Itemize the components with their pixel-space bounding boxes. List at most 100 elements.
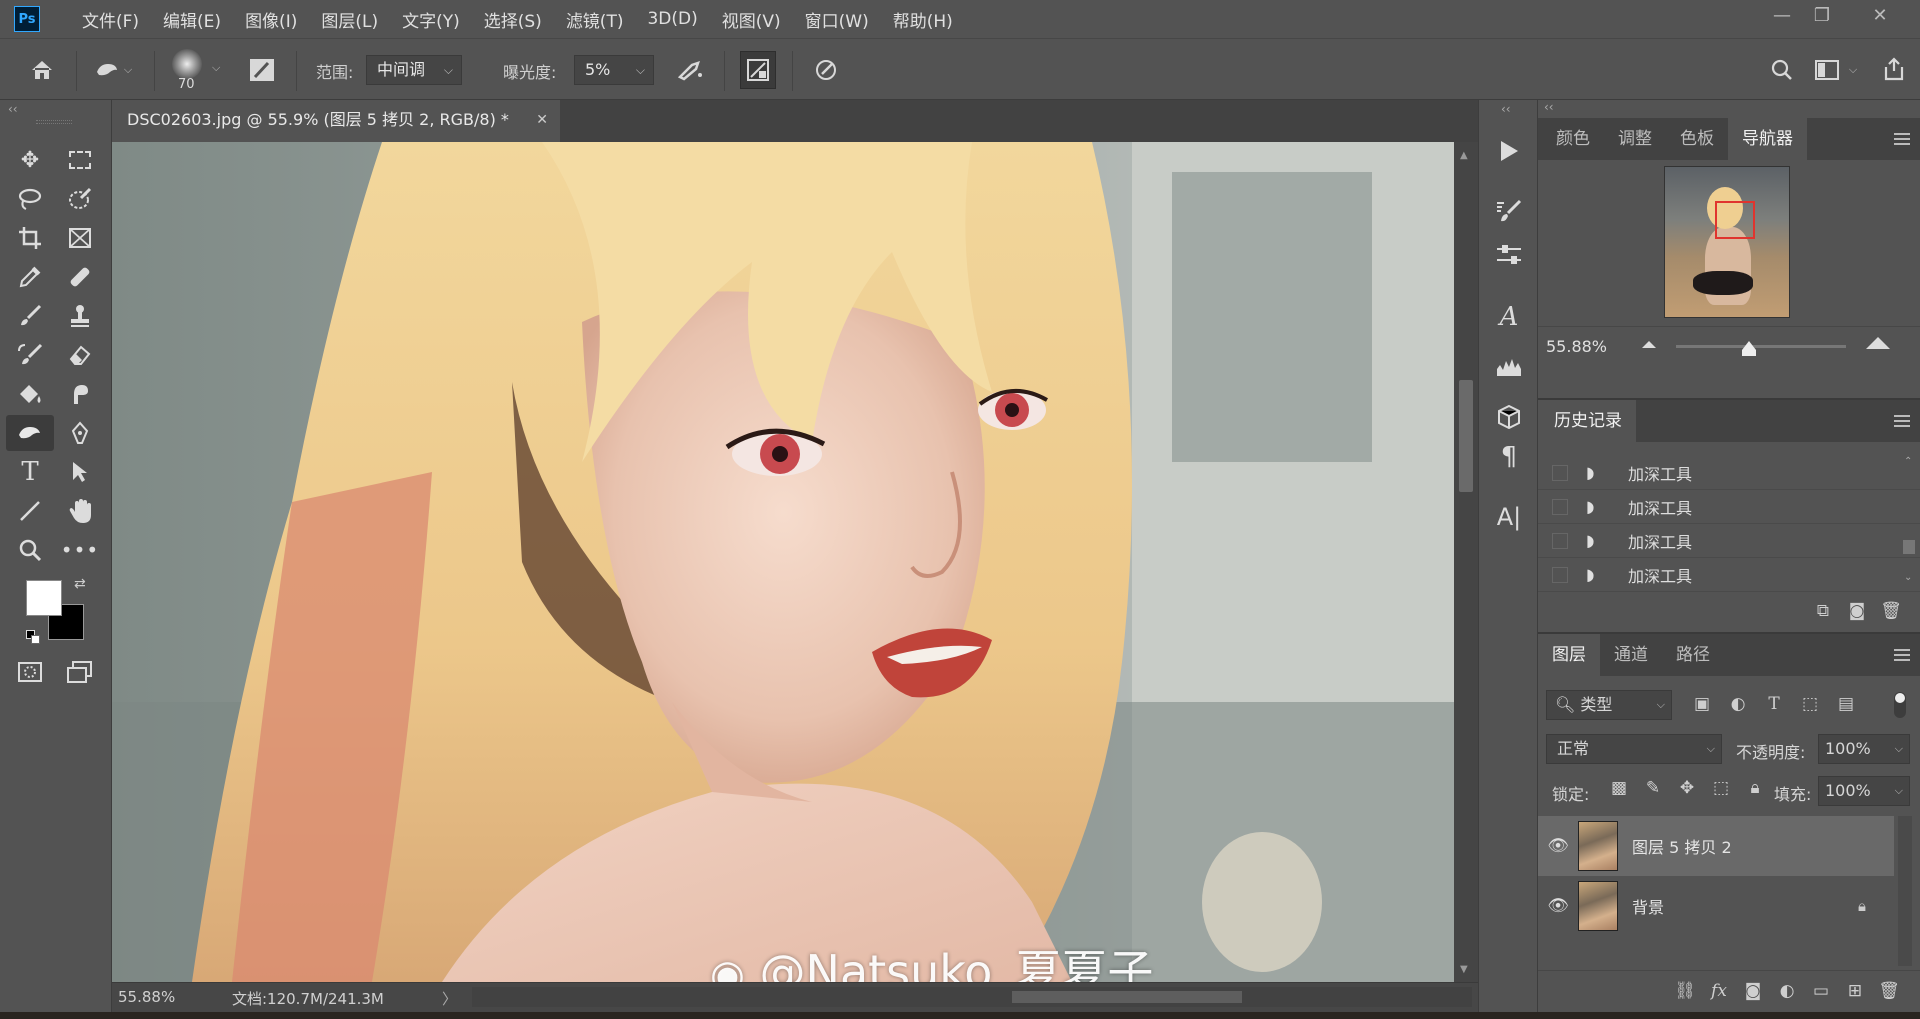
tab-swatches[interactable]: 色板 — [1666, 118, 1728, 160]
lock-position-icon[interactable]: ✥ — [1672, 778, 1702, 798]
history-item[interactable]: ◗ 加深工具 — [1538, 490, 1920, 524]
marquee-tool-icon[interactable] — [60, 142, 100, 178]
layers-menu-icon[interactable] — [1894, 649, 1910, 661]
menu-layer[interactable]: 图层(L) — [321, 7, 378, 32]
layers-scrollbar[interactable] — [1898, 816, 1912, 966]
horizontal-scrollbar[interactable] — [472, 987, 1472, 1007]
quick-selection-tool-icon[interactable] — [60, 181, 100, 217]
quick-mask-icon[interactable] — [10, 654, 50, 690]
menu-type[interactable]: 文字(Y) — [402, 7, 460, 32]
tab-adjustments[interactable]: 调整 — [1604, 118, 1666, 160]
new-snapshot-icon[interactable]: ◙ — [1840, 601, 1874, 621]
path-selection-tool-icon[interactable] — [60, 454, 100, 490]
menu-image[interactable]: 图像(I) — [245, 7, 297, 32]
fill-input[interactable]: 100% ⌵ — [1818, 776, 1910, 806]
scroll-up-icon[interactable]: ▲ — [1460, 150, 1468, 161]
zoom-tool-icon[interactable] — [10, 532, 50, 568]
add-mask-icon[interactable]: ◙ — [1736, 981, 1770, 1001]
history-scrollbar[interactable]: ⌃ ⌄ — [1902, 456, 1916, 590]
lock-artboard-icon[interactable]: ⬚ — [1706, 778, 1736, 798]
lock-pixels-icon[interactable]: ✎ — [1638, 778, 1668, 798]
tab-navigator[interactable]: 导航器 — [1728, 118, 1807, 160]
adjustment-layer-icon[interactable]: ◐ — [1770, 981, 1804, 1001]
history-brush-tool-icon[interactable] — [10, 337, 50, 373]
filter-adjustment-icon[interactable]: ◐ — [1724, 694, 1752, 714]
lock-transparency-icon[interactable]: ▩ — [1604, 778, 1634, 798]
layer-row[interactable]: 👁︎ 背景 🔒︎ — [1538, 876, 1894, 936]
frame-tool-icon[interactable] — [60, 220, 100, 256]
tab-color[interactable]: 颜色 — [1538, 118, 1604, 160]
tab-history[interactable]: 历史记录 — [1538, 400, 1636, 442]
link-layers-icon[interactable]: ⛓ — [1668, 981, 1702, 1001]
filter-pixel-icon[interactable]: ▣ — [1688, 694, 1716, 714]
filter-toggle[interactable] — [1894, 692, 1906, 718]
share-icon[interactable] — [1876, 51, 1912, 87]
menu-select[interactable]: 选择(S) — [484, 7, 542, 32]
range-select[interactable]: 中间调 ⌵ — [366, 55, 462, 85]
move-tool-icon[interactable]: ✥ — [10, 142, 50, 178]
brush-dropdown-icon[interactable]: ⌵ — [212, 61, 220, 75]
navigator-zoom-slider[interactable] — [1676, 345, 1846, 348]
visibility-eye-icon[interactable]: 👁︎ — [1538, 836, 1578, 856]
tab-channels[interactable]: 通道 — [1600, 634, 1662, 676]
clone-stamp-tool-icon[interactable] — [60, 298, 100, 334]
delete-state-icon[interactable]: 🗑 — [1874, 601, 1908, 621]
history-menu-icon[interactable] — [1894, 415, 1910, 427]
screen-mode-icon[interactable] — [60, 654, 100, 690]
workspace-icon[interactable]: ⌵ — [1808, 53, 1864, 87]
document-tab[interactable]: DSC02603.jpg @ 55.9% (图层 5 拷贝 2, RGB/8) … — [112, 100, 560, 142]
lock-all-icon[interactable]: 🔒︎ — [1740, 778, 1770, 798]
tab-layers[interactable]: 图层 — [1538, 634, 1600, 676]
navigator-thumbnail[interactable] — [1664, 166, 1790, 318]
more-tools-icon[interactable]: ••• — [60, 532, 100, 568]
3d-panel-icon[interactable] — [1487, 396, 1531, 438]
history-item[interactable]: ◗ 加深工具 — [1538, 524, 1920, 558]
collapse-panels-icon[interactable]: ‹‹ — [1544, 100, 1554, 114]
histogram-icon[interactable] — [1487, 346, 1531, 388]
actions-play-icon[interactable] — [1487, 130, 1531, 172]
zoom-in-icon[interactable] — [1866, 337, 1890, 349]
navigator-menu-icon[interactable] — [1894, 133, 1910, 145]
paint-bucket-tool-icon[interactable] — [10, 376, 50, 412]
airbrush-icon[interactable] — [670, 53, 710, 87]
close-window-button[interactable]: ✕ — [1860, 2, 1900, 30]
brush-settings-panel-icon[interactable] — [1487, 234, 1531, 276]
menu-filter[interactable]: 滤镜(T) — [566, 7, 624, 32]
default-colors-icon[interactable] — [26, 630, 40, 644]
eraser-tool-icon[interactable] — [60, 337, 100, 373]
delete-layer-icon[interactable]: 🗑 — [1872, 981, 1906, 1001]
collapse-toolbar-icon[interactable]: ‹‹ — [8, 102, 18, 116]
zoom-out-icon[interactable] — [1642, 341, 1656, 348]
protect-tones-icon[interactable] — [740, 51, 776, 89]
foreground-color-swatch[interactable] — [26, 580, 62, 616]
navigator-view-box[interactable] — [1715, 201, 1755, 239]
photoshop-logo[interactable]: Ps — [14, 6, 40, 32]
status-menu-icon[interactable]: 〉 — [442, 988, 457, 1009]
new-group-icon[interactable]: ▭ — [1804, 981, 1838, 1001]
lasso-tool-icon[interactable] — [10, 181, 50, 217]
close-document-icon[interactable]: ✕ — [536, 100, 548, 140]
menu-edit[interactable]: 编辑(E) — [163, 7, 221, 32]
layer-filter-select[interactable]: 🔍︎ 类型 ⌵ — [1546, 690, 1672, 720]
type-tool-icon[interactable]: T — [10, 454, 50, 490]
burn-tool-preset-icon[interactable]: ⌵ — [88, 53, 138, 87]
menu-3d[interactable]: 3D(D) — [647, 9, 697, 29]
crop-tool-icon[interactable] — [10, 220, 50, 256]
pressure-size-icon[interactable] — [808, 53, 844, 87]
home-icon[interactable] — [22, 53, 62, 87]
scroll-down-icon[interactable]: ▼ — [1460, 964, 1468, 975]
brush-panel-icon[interactable] — [1487, 190, 1531, 232]
opacity-input[interactable]: 100% ⌵ — [1818, 734, 1910, 764]
menu-help[interactable]: 帮助(H) — [893, 7, 953, 32]
smudge-tool-icon[interactable] — [60, 376, 100, 412]
brush-settings-icon[interactable] — [244, 53, 280, 87]
blend-mode-select[interactable]: 正常 ⌵ — [1546, 734, 1722, 764]
line-tool-icon[interactable] — [10, 493, 50, 529]
vertical-scrollbar[interactable]: ▲ ▼ — [1454, 142, 1478, 982]
menu-window[interactable]: 窗口(W) — [805, 7, 869, 32]
paragraph-panel-icon[interactable]: ¶ — [1487, 436, 1531, 478]
restore-button[interactable]: ❐ — [1802, 2, 1842, 30]
history-item[interactable]: ◗ 加深工具 — [1538, 456, 1920, 490]
new-document-from-state-icon[interactable]: ⧉ — [1806, 601, 1840, 621]
scroll-thumb[interactable] — [1459, 380, 1473, 492]
